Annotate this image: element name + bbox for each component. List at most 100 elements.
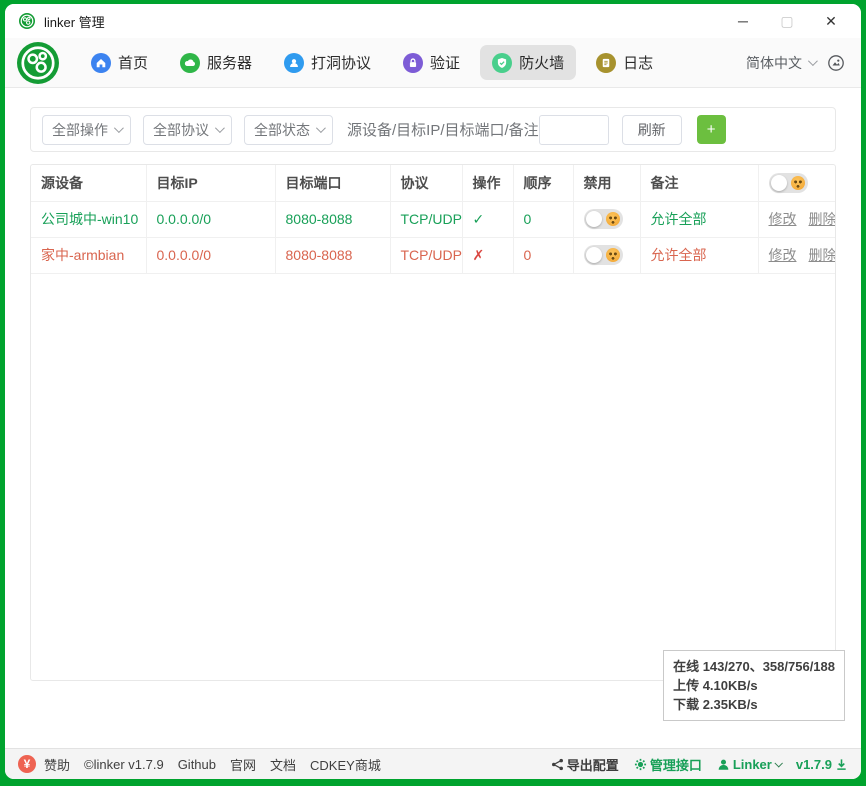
title-bar: linker 管理 ─ ▢ ✕ <box>5 4 861 38</box>
tab-label: 首页 <box>118 52 148 73</box>
github-link[interactable]: Github <box>178 757 216 772</box>
nav-bar: 首页 服务器 打洞协议 验证 <box>5 38 861 88</box>
language-label: 简体中文 <box>746 53 802 73</box>
tab-home[interactable]: 首页 <box>79 45 160 80</box>
language-select[interactable]: 简体中文 <box>746 53 815 73</box>
search-input[interactable] <box>539 115 609 145</box>
cdkey-store-link[interactable]: CDKEY商城 <box>310 755 381 774</box>
firewall-rules-table: 源设备 目标IP 目标端口 协议 操作 顺序 禁用 备注 <box>30 164 836 681</box>
table-row: 家中-armbian 0.0.0.0/0 8080-8088 TCP/UDP ✗… <box>31 237 835 273</box>
cell-order: 0 <box>513 237 573 273</box>
cell-protocol: TCP/UDP <box>390 201 462 237</box>
server-icon <box>180 53 200 73</box>
col-target-port: 目标端口 <box>275 165 390 201</box>
cell-operation-allow: ✓ <box>462 201 513 237</box>
minimize-button[interactable]: ─ <box>721 7 765 35</box>
home-icon <box>91 53 111 73</box>
chevron-down-icon <box>215 123 225 133</box>
cell-disable <box>573 237 640 273</box>
docs-link[interactable]: 文档 <box>270 755 296 774</box>
disable-all-toggle[interactable] <box>769 173 808 193</box>
export-config-button[interactable]: 导出配置 <box>551 755 619 774</box>
online-stat: 在线 143/270、358/756/188 <box>673 657 835 676</box>
filter-bar: 全部操作 全部协议 全部状态 源设备/目标IP/目标端口/备注 刷新 + <box>30 107 836 152</box>
chevron-down-icon <box>774 759 782 767</box>
operation-filter-value: 全部操作 <box>52 120 108 140</box>
toggle-knob <box>586 247 602 263</box>
tab-label: 服务器 <box>207 52 252 73</box>
nat-protocol-icon <box>284 53 304 73</box>
copyright-text: ©linker v1.7.9 <box>84 757 164 772</box>
disable-toggle[interactable] <box>584 245 623 265</box>
footer-left: ¥ 赞助 ©linker v1.7.9 Github 官网 文档 CDKEY商城 <box>18 755 381 774</box>
delete-link[interactable]: 删除 <box>809 209 836 229</box>
table-header-row: 源设备 目标IP 目标端口 协议 操作 顺序 禁用 备注 <box>31 165 835 201</box>
cell-operation-deny: ✗ <box>462 237 513 273</box>
cell-remark: 允许全部 <box>640 237 758 273</box>
edit-link[interactable]: 修改 <box>769 245 797 265</box>
status-filter-select[interactable]: 全部状态 <box>244 115 333 145</box>
cell-actions: 修改 删除 <box>758 201 835 237</box>
maximize-button[interactable]: ▢ <box>765 7 809 35</box>
tab-auth[interactable]: 验证 <box>391 45 472 80</box>
app-logo-large-icon[interactable] <box>17 42 59 84</box>
website-link[interactable]: 官网 <box>230 755 256 774</box>
tab-logs[interactable]: 日志 <box>584 45 665 80</box>
chevron-down-icon <box>316 123 326 133</box>
tab-label: 防火墙 <box>519 52 564 73</box>
delete-link[interactable]: 删除 <box>809 245 836 265</box>
col-operation: 操作 <box>462 165 513 201</box>
account-label: Linker <box>733 757 772 772</box>
app-window: linker 管理 ─ ▢ ✕ 首页 <box>5 4 861 779</box>
col-target-ip: 目标IP <box>146 165 275 201</box>
manage-interface-button[interactable]: 管理接口 <box>634 755 702 774</box>
footer-right: 导出配置 管理接口 Linker v1.7.9 <box>551 755 848 774</box>
tab-server[interactable]: 服务器 <box>168 45 264 80</box>
gear-icon <box>634 758 647 771</box>
version-label: v1.7.9 <box>796 757 832 772</box>
tab-label: 打洞协议 <box>311 52 371 73</box>
cell-port: 8080-8088 <box>275 201 390 237</box>
nav-tabs: 首页 服务器 打洞协议 验证 <box>79 45 665 80</box>
emoji-face-icon <box>606 212 620 226</box>
main-content: 全部操作 全部协议 全部状态 源设备/目标IP/目标端口/备注 刷新 + <box>5 88 861 748</box>
sponsor-link[interactable]: 赞助 <box>44 755 70 774</box>
version-update-button[interactable]: v1.7.9 <box>796 757 848 772</box>
tab-nat-protocol[interactable]: 打洞协议 <box>272 45 383 80</box>
operation-filter-select[interactable]: 全部操作 <box>42 115 131 145</box>
cell-actions: 修改 删除 <box>758 237 835 273</box>
col-remark: 备注 <box>640 165 758 201</box>
lock-icon <box>403 53 423 73</box>
cell-protocol: TCP/UDP <box>390 237 462 273</box>
refresh-button[interactable]: 刷新 <box>622 115 682 145</box>
toggle-knob <box>771 175 787 191</box>
firewall-shield-icon <box>492 53 512 73</box>
app-logo-icon <box>19 13 35 29</box>
emoji-face-icon <box>606 248 620 262</box>
tab-firewall[interactable]: 防火墙 <box>480 45 576 80</box>
cell-port: 8080-8088 <box>275 237 390 273</box>
col-actions <box>758 165 835 201</box>
share-icon <box>551 758 564 771</box>
download-stat: 下载 2.35KB/s <box>673 695 835 714</box>
theme-icon[interactable] <box>827 54 845 72</box>
user-icon <box>717 758 730 771</box>
cell-ip: 0.0.0.0/0 <box>146 201 275 237</box>
cell-order: 0 <box>513 201 573 237</box>
tab-label: 验证 <box>430 52 460 73</box>
cell-ip: 0.0.0.0/0 <box>146 237 275 273</box>
chevron-down-icon <box>808 56 818 66</box>
protocol-filter-select[interactable]: 全部协议 <box>143 115 232 145</box>
disable-toggle[interactable] <box>584 209 623 229</box>
window-title: linker 管理 <box>44 12 105 31</box>
col-disable: 禁用 <box>573 165 640 201</box>
close-button[interactable]: ✕ <box>809 7 853 35</box>
col-protocol: 协议 <box>390 165 462 201</box>
account-menu[interactable]: Linker <box>717 757 781 772</box>
nav-right: 简体中文 <box>746 53 845 73</box>
add-rule-button[interactable]: + <box>697 115 726 144</box>
cell-remark: 允许全部 <box>640 201 758 237</box>
cell-device: 公司城中-win10 <box>31 201 146 237</box>
search-label: 源设备/目标IP/目标端口/备注 <box>347 119 539 140</box>
edit-link[interactable]: 修改 <box>769 209 797 229</box>
